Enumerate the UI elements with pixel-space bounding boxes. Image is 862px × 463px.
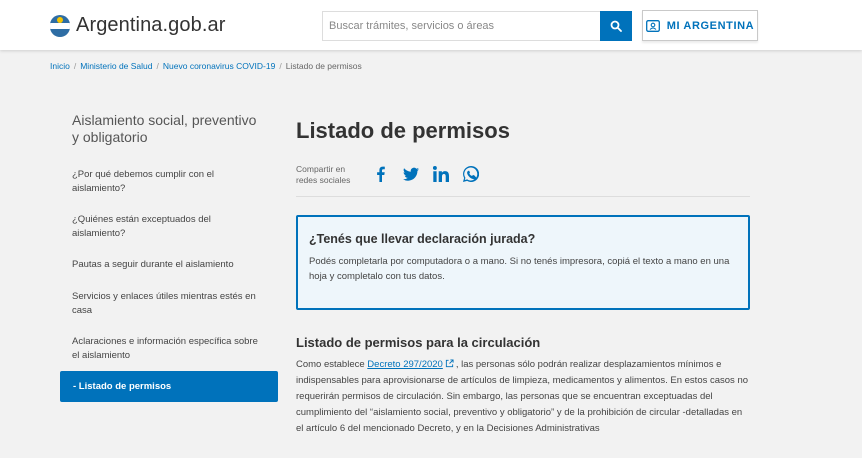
- brand-name: Argentina.gob.ar: [76, 14, 226, 36]
- decreto-link[interactable]: Decreto 297/2020: [367, 359, 443, 370]
- declaracion-jurada-alert: ¿Tenés que llevar declaración jurada? Po…: [296, 215, 750, 310]
- linkedin-icon[interactable]: [432, 164, 450, 184]
- breadcrumb-separator: /: [73, 61, 77, 71]
- whatsapp-icon[interactable]: [462, 164, 480, 184]
- argentina-shield-icon: [50, 14, 70, 37]
- share-label: Compartir en redes sociales: [296, 164, 351, 185]
- alert-title: ¿Tenés que llevar declaración jurada?: [309, 232, 536, 246]
- breadcrumb-separator: /: [279, 61, 282, 71]
- breadcrumb: Inicio / Ministerio de Salud / Nuevo cor…: [50, 61, 362, 71]
- mi-argentina-button[interactable]: MI ARGENTINA: [642, 10, 758, 41]
- section-text-intro: Como establece: [296, 359, 368, 370]
- id-card-icon: [645, 19, 660, 32]
- facebook-icon[interactable]: [372, 164, 390, 184]
- share-icons: [372, 164, 492, 184]
- search-input[interactable]: [322, 11, 600, 41]
- sidebar-item-listado-permisos[interactable]: - Listado de permisos: [60, 371, 278, 402]
- footer-strip: [0, 458, 862, 463]
- search-icon: [610, 20, 622, 32]
- sidebar-item-pautas[interactable]: Pautas a seguir durante el aislamiento: [60, 258, 278, 272]
- section-text-body: , las personas sólo podrán realizar desp…: [296, 359, 749, 434]
- search-button[interactable]: [600, 11, 632, 41]
- sidebar-nav: Aislamiento social, preventivo y obligat…: [60, 112, 278, 402]
- breadcrumb-current: Listado de permisos: [285, 61, 362, 71]
- mi-argentina-label: MI ARGENTINA: [666, 19, 755, 32]
- divider: [296, 196, 750, 197]
- sidebar-item-servicios[interactable]: Servicios y enlaces útiles mientras esté…: [60, 290, 278, 318]
- section-title: Listado de permisos para la circulación: [296, 335, 541, 350]
- brand-logo[interactable]: Argentina.gob.ar: [50, 14, 225, 37]
- site-header: Argentina.gob.ar MI ARGENTINA: [0, 0, 862, 50]
- sidebar-item-aclaraciones[interactable]: Aclaraciones e información específica so…: [60, 335, 278, 363]
- sidebar-item-por-que[interactable]: ¿Por qué debemos cumplir con el aislamie…: [60, 168, 278, 196]
- external-link-icon: [445, 359, 454, 368]
- twitter-icon[interactable]: [402, 164, 420, 184]
- page-title: Listado de permisos: [296, 118, 510, 143]
- breadcrumb-link-inicio[interactable]: Inicio: [50, 61, 70, 71]
- breadcrumb-separator: /: [156, 61, 159, 71]
- sidebar-item-exceptuados[interactable]: ¿Quiénes están exceptuados del aislamien…: [60, 213, 278, 241]
- alert-text: Podés completarla por computadora o a ma…: [309, 256, 730, 282]
- sidebar-title[interactable]: Aislamiento social, preventivo y obligat…: [60, 112, 278, 146]
- breadcrumb-link-covid[interactable]: Nuevo coronavirus COVID-19: [163, 61, 275, 71]
- breadcrumb-link-ministerio[interactable]: Ministerio de Salud: [80, 61, 152, 71]
- section-text: Como establece Decreto 297/2020, las per…: [296, 357, 750, 437]
